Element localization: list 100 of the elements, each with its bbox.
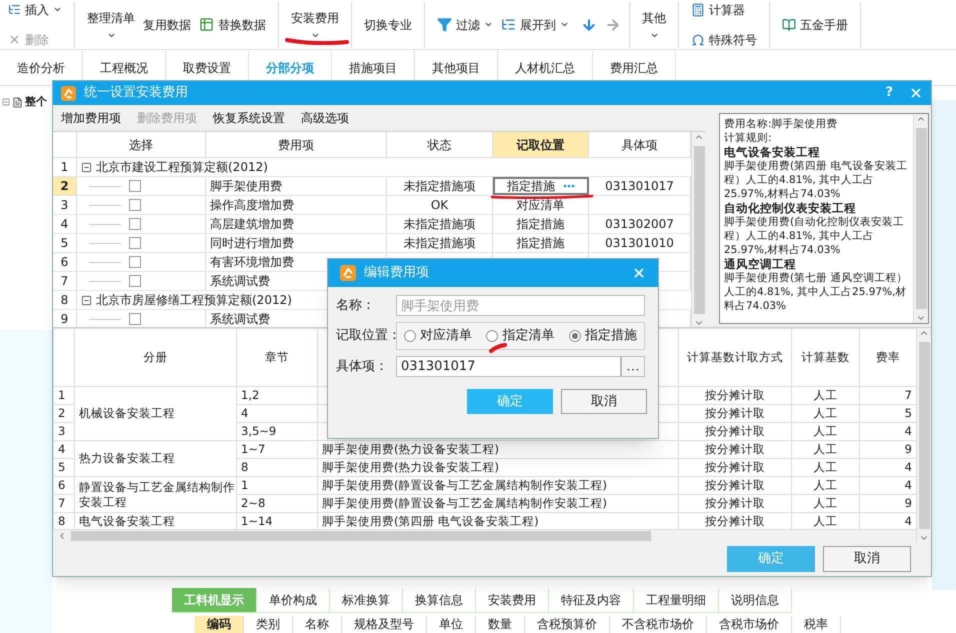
table-cell: 3,5~9 [236,422,318,440]
collapse-icon[interactable] [2,98,10,106]
scroll-thumb[interactable] [694,146,704,314]
move-down-icon[interactable] [581,16,597,32]
toolbar-button[interactable]: 特殊符号 [687,30,761,48]
column-header: 不含税市场价 [610,616,707,633]
toolbar-button[interactable]: 复用数据 [139,16,195,34]
menu-item[interactable]: 恢复系统设置 [213,109,285,127]
info-text: 脚手架使用费(第七册 通风空调工程）人工的4.81%, 其中人工占25.97%,材料占74.03% [724,271,908,313]
table-cell: 脚手架使用费 [206,177,387,195]
checkbox[interactable] [129,275,141,287]
code-field[interactable]: 031301017 [396,356,621,377]
column-header: 计算基数 [792,328,860,386]
insert-icon [8,3,21,16]
table-cell: 脚手架使用费(静置设备与工艺金属结构制作安装工程) [318,476,678,494]
column-header: 含税市场价 [707,616,792,633]
column-header: 规格及型号 [342,616,427,633]
close-icon[interactable] [909,86,923,100]
tree-line [89,280,121,282]
book-icon [782,18,796,32]
radio-label[interactable]: 对应清单 [420,326,472,346]
table-cell: 人工 [792,476,860,494]
horizontal-scrollbar[interactable] [53,529,916,542]
toolbar-button[interactable]: 安装费用 [287,9,343,40]
toolbar-button[interactable]: 插入 [4,0,66,18]
row-number: 5 [54,458,74,476]
collapse-icon[interactable] [81,162,92,172]
table-cell: 按分摊计取 [678,458,792,476]
toolbar-button[interactable]: 切换专业 [360,16,416,34]
caret-icon [560,20,569,29]
info-text: 计算规则: [724,131,773,145]
caret-icon [484,20,493,29]
column-header: 编码 [195,616,244,633]
toolbar-button[interactable]: 替换数据 [195,16,270,34]
tree-line [89,242,121,244]
group-title: 北京市房屋修缮工程预算定额(2012) [96,292,292,309]
scroll-thumb[interactable] [916,128,926,309]
menu-item[interactable]: 增加费用项 [61,109,121,127]
move-right-icon[interactable] [605,16,621,32]
table-cell: 人工 [792,440,860,458]
column-header: 单位 [427,616,476,633]
toolbar-button[interactable]: 其他 [638,9,670,40]
column-header: 名称 [293,616,342,633]
scroll-thumb[interactable] [918,342,930,529]
row-number: 3 [54,422,74,440]
scroll-thumb[interactable] [71,531,651,542]
radio-label[interactable]: 指定措施 [584,326,637,346]
tree-line [89,204,121,206]
checkbox[interactable] [129,313,141,325]
table-cell: 指定措施 [493,215,589,233]
row-number: 4 [53,215,77,233]
toolbar-button[interactable]: 计算器 [687,0,749,18]
info-text: 脚手架使用费(第四册 电气设备安装工程）人工的4.81%, 其中人工占25.97%,材料占74.03% [724,159,908,201]
info-heading: 电气设备安装工程 [724,145,821,159]
caret-icon [650,31,658,40]
table-cell: 高层建筑增加费 [206,215,387,233]
checkbox[interactable] [129,256,141,268]
browse-icon[interactable] [621,356,645,377]
column-header: 类别 [244,616,293,633]
radio-button[interactable] [404,330,416,342]
filter-icon [437,17,452,32]
field-label: 具体项： [336,358,389,376]
column-header: 计算基数计取方式 [678,328,792,386]
column-header: 章节 [236,328,318,386]
scrollbar[interactable] [913,114,928,323]
table-cell: 静置设备与工艺金属结构制作安装工程 [74,476,236,512]
checkbox[interactable] [129,180,141,192]
cancel-button[interactable]: 取消 [561,389,647,414]
toolbar-button[interactable]: 整理清单 [83,9,139,40]
position-field[interactable]: 指定措施 [493,177,589,195]
caret-icon [106,31,116,40]
cancel-button[interactable]: 取消 [823,546,911,572]
app-logo-icon [61,86,76,100]
row-number: 7 [53,272,77,290]
collapse-icon[interactable] [81,294,92,306]
row-number: 6 [53,253,77,271]
menu-item[interactable]: 高级选项 [301,109,349,127]
checkbox[interactable] [129,218,141,230]
radio-button[interactable] [568,330,581,342]
close-icon[interactable] [632,266,646,280]
checkbox[interactable] [129,237,141,249]
tree-item[interactable]: 整个 [25,94,47,110]
toolbar-button[interactable]: 五金手册 [778,16,852,34]
info-text: 费用名称:脚手架使用费 [724,117,839,131]
toolbar-button[interactable]: 过滤 [433,16,497,34]
table-cell: 按分摊计取 [678,404,792,422]
row-number: 2 [53,177,77,195]
radio-button[interactable] [486,330,498,342]
checkbox[interactable] [129,199,141,211]
table-cell: 2~8 [236,494,318,512]
scrollbar[interactable] [916,328,931,543]
column-header: 含税预算价 [525,616,610,633]
radio-label[interactable]: 指定清单 [502,326,554,346]
table-cell: 人工 [792,494,860,512]
scrollbar[interactable] [691,132,706,328]
document-icon [12,96,23,108]
toolbar-button[interactable]: 展开到 [497,16,573,34]
more-icon[interactable] [563,184,575,188]
table-cell: 操作高度增加费 [206,196,387,214]
row-number: 2 [54,404,74,422]
